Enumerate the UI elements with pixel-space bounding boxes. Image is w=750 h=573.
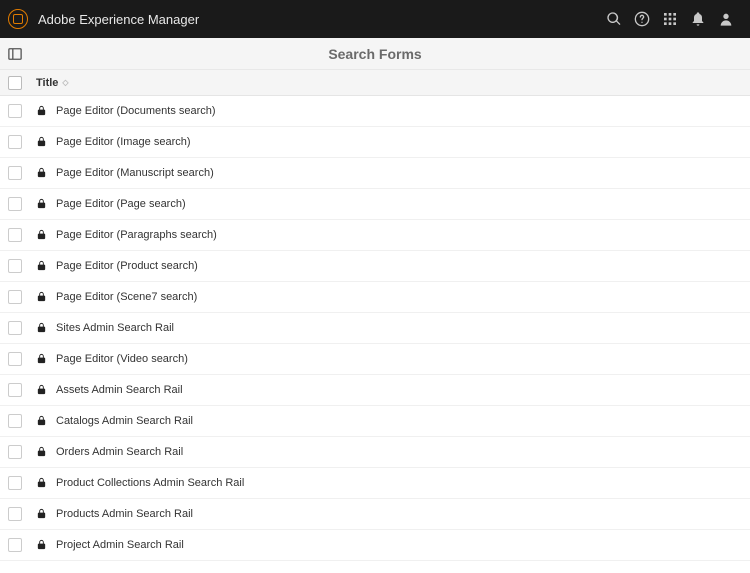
lock-icon	[36, 539, 48, 551]
user-icon[interactable]	[712, 5, 740, 33]
row-checkbox[interactable]	[8, 104, 22, 118]
row-title: Products Admin Search Rail	[56, 508, 193, 520]
adobe-logo-inner	[13, 14, 23, 24]
table-body: Page Editor (Documents search) Page Edito…	[0, 96, 750, 561]
row-checkbox[interactable]	[8, 445, 22, 459]
table-row[interactable]: Orders Admin Search Rail	[0, 437, 750, 468]
row-checkbox[interactable]	[8, 507, 22, 521]
table-row[interactable]: Page Editor (Manuscript search)	[0, 158, 750, 189]
top-bar: Adobe Experience Manager	[0, 0, 750, 38]
row-title: Page Editor (Manuscript search)	[56, 167, 214, 179]
row-checkbox[interactable]	[8, 135, 22, 149]
search-icon[interactable]	[600, 5, 628, 33]
table-row[interactable]: Sites Admin Search Rail	[0, 313, 750, 344]
lock-icon	[36, 322, 48, 334]
row-title: Product Collections Admin Search Rail	[56, 477, 244, 489]
row-title: Page Editor (Scene7 search)	[56, 291, 197, 303]
brand-title[interactable]: Adobe Experience Manager	[38, 12, 199, 27]
table-row[interactable]: Products Admin Search Rail	[0, 499, 750, 530]
table-row[interactable]: Product Collections Admin Search Rail	[0, 468, 750, 499]
row-checkbox[interactable]	[8, 290, 22, 304]
row-checkbox[interactable]	[8, 352, 22, 366]
lock-icon	[36, 508, 48, 520]
table-row[interactable]: Project Admin Search Rail	[0, 530, 750, 561]
lock-icon	[36, 446, 48, 458]
lock-icon	[36, 167, 48, 179]
row-checkbox[interactable]	[8, 197, 22, 211]
select-all-checkbox[interactable]	[8, 76, 22, 90]
row-checkbox[interactable]	[8, 383, 22, 397]
sort-indicator-icon: ◇	[62, 78, 68, 87]
row-title: Catalogs Admin Search Rail	[56, 415, 193, 427]
help-icon[interactable]	[628, 5, 656, 33]
table-row[interactable]: Catalogs Admin Search Rail	[0, 406, 750, 437]
row-title: Page Editor (Product search)	[56, 260, 198, 272]
adobe-logo[interactable]	[8, 9, 28, 29]
row-title: Page Editor (Paragraphs search)	[56, 229, 217, 241]
table-row[interactable]: Page Editor (Documents search)	[0, 96, 750, 127]
table-header: Title ◇	[0, 70, 750, 96]
row-title: Project Admin Search Rail	[56, 539, 184, 551]
lock-icon	[36, 229, 48, 241]
row-title: Page Editor (Image search)	[56, 136, 191, 148]
rail-toggle-icon[interactable]	[0, 38, 30, 70]
lock-icon	[36, 353, 48, 365]
row-checkbox[interactable]	[8, 321, 22, 335]
row-title: Page Editor (Video search)	[56, 353, 188, 365]
table-row[interactable]: Page Editor (Page search)	[0, 189, 750, 220]
column-header-title-label: Title	[36, 77, 58, 89]
row-checkbox[interactable]	[8, 414, 22, 428]
lock-icon	[36, 260, 48, 272]
lock-icon	[36, 477, 48, 489]
bell-icon[interactable]	[684, 5, 712, 33]
lock-icon	[36, 136, 48, 148]
apps-icon[interactable]	[656, 5, 684, 33]
row-checkbox[interactable]	[8, 166, 22, 180]
lock-icon	[36, 291, 48, 303]
lock-icon	[36, 415, 48, 427]
table-row[interactable]: Page Editor (Scene7 search)	[0, 282, 750, 313]
row-checkbox[interactable]	[8, 476, 22, 490]
table-row[interactable]: Page Editor (Product search)	[0, 251, 750, 282]
row-title: Page Editor (Documents search)	[56, 105, 216, 117]
lock-icon	[36, 105, 48, 117]
table-row[interactable]: Page Editor (Image search)	[0, 127, 750, 158]
row-title: Page Editor (Page search)	[56, 198, 186, 210]
table-row[interactable]: Assets Admin Search Rail	[0, 375, 750, 406]
row-title: Sites Admin Search Rail	[56, 322, 174, 334]
table-row[interactable]: Page Editor (Video search)	[0, 344, 750, 375]
row-title: Assets Admin Search Rail	[56, 384, 183, 396]
table-row[interactable]: Page Editor (Paragraphs search)	[0, 220, 750, 251]
row-title: Orders Admin Search Rail	[56, 446, 183, 458]
lock-icon	[36, 384, 48, 396]
column-header-title[interactable]: Title ◇	[36, 77, 69, 89]
action-bar: Search Forms	[0, 38, 750, 70]
row-checkbox[interactable]	[8, 228, 22, 242]
row-checkbox[interactable]	[8, 538, 22, 552]
row-checkbox[interactable]	[8, 259, 22, 273]
lock-icon	[36, 198, 48, 210]
page-title: Search Forms	[0, 46, 750, 62]
